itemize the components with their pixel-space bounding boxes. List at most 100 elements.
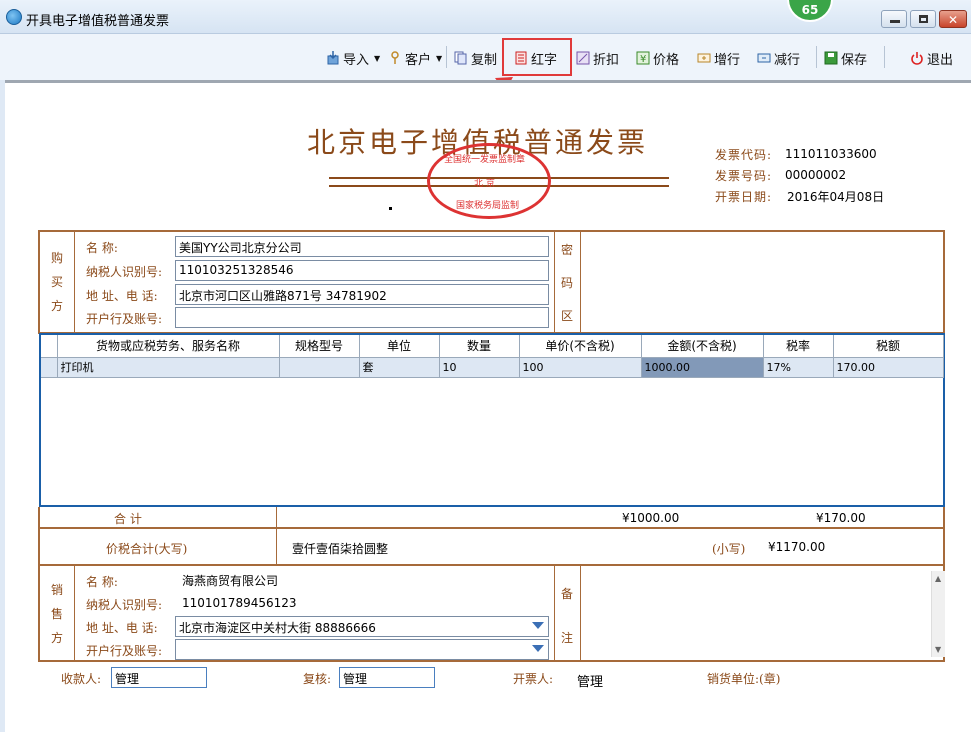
- buyer-bank-field[interactable]: [175, 307, 549, 328]
- item-amount-cell[interactable]: 1000.00: [641, 357, 764, 378]
- invoice-date: 2016年04月08日: [787, 190, 885, 204]
- toolbar-divider: [884, 46, 885, 68]
- grand-total-row: 价税合计(大写) 壹仟壹佰柒拾圆整 (小写) ¥1170.00: [38, 529, 945, 566]
- reviewer-label: 复核:: [303, 672, 332, 686]
- grid-header-cell[interactable]: 单位: [359, 335, 440, 358]
- divider: [74, 232, 75, 332]
- buyer-label-char: 方: [50, 299, 63, 313]
- payee-field[interactable]: 管理: [111, 667, 207, 688]
- save-label: 保存: [841, 52, 868, 68]
- item-spec-cell[interactable]: [279, 357, 360, 378]
- close-icon: ✕: [948, 13, 959, 27]
- divider: [74, 566, 75, 660]
- maximize-button[interactable]: [910, 10, 936, 28]
- grand-total-label: 价税合计(大写): [106, 542, 188, 556]
- invoice-number: 00000002: [785, 168, 847, 182]
- seller-section: 销 售 方 名 称: 海燕商贸有限公司 纳税人识别号: 110101789456…: [38, 564, 945, 662]
- copy-button[interactable]: 复制: [454, 48, 497, 68]
- copy-icon: [454, 51, 467, 65]
- divider: [554, 566, 555, 660]
- minimize-icon: [890, 20, 900, 23]
- small-total-label: (小写): [712, 542, 746, 556]
- customer-label: 客户: [405, 52, 432, 68]
- reviewer-field[interactable]: 管理: [339, 667, 435, 688]
- invoice-form: 北京电子增值税普通发票 全国统一发票监制章 北 京 国家税务局监制 发票代码: …: [5, 80, 971, 732]
- item-grid[interactable]: 货物或应税劳务、服务名称 规格型号 单位 数量 单价(不含税) 金额(不含税) …: [39, 333, 945, 507]
- remark-scrollbar[interactable]: ▲ ▼: [931, 571, 945, 657]
- invoice-date-label: 开票日期:: [715, 190, 773, 204]
- buyer-label-char: 买: [50, 275, 63, 289]
- seller-name: 海燕商贸有限公司: [182, 574, 279, 588]
- chevron-down-icon: [532, 645, 544, 652]
- buyer-section-label: 购 买 方: [50, 246, 64, 318]
- price-button[interactable]: ¥ 价格: [636, 48, 679, 68]
- seller-label-char: 售: [50, 607, 63, 621]
- seller-address-select[interactable]: 北京市海淀区中关村大街 88886666: [175, 616, 549, 637]
- discount-button[interactable]: 折扣: [576, 48, 619, 68]
- grid-header-cell[interactable]: 税率: [763, 335, 834, 358]
- app-icon: [6, 9, 22, 25]
- buyer-address-label: 地 址、电 话:: [86, 289, 158, 303]
- import-button[interactable]: 导入 ▼: [326, 48, 380, 68]
- add-row-button[interactable]: 增行: [697, 48, 740, 68]
- grid-header-cell[interactable]: 单价(不含税): [519, 335, 642, 358]
- cipher-label-char: 密: [560, 243, 573, 257]
- delete-row-button[interactable]: 减行: [757, 48, 800, 68]
- buyer-name-field[interactable]: 美国YY公司北京分公司: [175, 236, 549, 257]
- seller-taxid-label: 纳税人识别号:: [86, 598, 163, 612]
- add-row-icon: [697, 53, 711, 63]
- item-price-cell[interactable]: 100: [519, 357, 642, 378]
- seller-label-char: 方: [50, 631, 63, 645]
- svg-text:¥: ¥: [640, 54, 646, 65]
- exit-button[interactable]: 退出: [910, 48, 953, 68]
- seller-bank-select[interactable]: [175, 639, 549, 660]
- close-button[interactable]: ✕: [939, 10, 967, 28]
- minimize-button[interactable]: [881, 10, 907, 28]
- buyer-section: 购 买 方 名 称: 美国YY公司北京分公司 纳税人识别号: 110103251…: [38, 230, 945, 334]
- official-seal: 全国统一发票监制章 北 京 国家税务局监制: [427, 143, 551, 219]
- save-button[interactable]: 保存: [824, 48, 867, 68]
- table-row[interactable]: 打印机 套 10 100 1000.00 17% 170.00: [41, 357, 944, 378]
- buyer-taxid-label: 纳税人识别号:: [86, 265, 163, 279]
- grid-header-cell[interactable]: 金额(不含税): [641, 335, 764, 358]
- customer-button[interactable]: 客户 ▼: [388, 48, 442, 68]
- item-tax-cell[interactable]: 170.00: [833, 357, 944, 378]
- notification-badge[interactable]: 65: [787, 0, 833, 22]
- grid-header-cell[interactable]: 规格型号: [279, 335, 360, 358]
- scroll-up-icon[interactable]: ▲: [935, 574, 941, 583]
- chevron-down-icon: ▼: [374, 53, 381, 63]
- buyer-bank-label: 开户行及账号:: [86, 312, 163, 326]
- discount-label: 折扣: [593, 52, 620, 68]
- grid-header-cell[interactable]: 数量: [439, 335, 520, 358]
- invoice-number-label: 发票号码:: [715, 169, 773, 183]
- copy-label: 复制: [471, 52, 498, 68]
- buyer-address-field[interactable]: 北京市河口区山雅路871号 34781902: [175, 284, 549, 305]
- seller-label-char: 销: [50, 583, 63, 597]
- row-indicator[interactable]: [41, 357, 58, 378]
- cipher-label-char: 码: [560, 276, 573, 290]
- buyer-taxid-field[interactable]: 110103251328546: [175, 260, 549, 281]
- grid-header-cell[interactable]: 货物或应税劳务、服务名称: [57, 335, 280, 358]
- item-taxrate-cell[interactable]: 17%: [763, 357, 834, 378]
- window-title: 开具电子增值税普通发票: [26, 14, 170, 29]
- seller-address-value: 北京市海淀区中关村大街 88886666: [179, 621, 376, 635]
- add-row-label: 增行: [714, 52, 741, 68]
- delete-row-icon: [757, 53, 771, 63]
- chevron-down-icon: [532, 622, 544, 629]
- item-quantity-cell[interactable]: 10: [439, 357, 520, 378]
- item-name-cell[interactable]: 打印机: [57, 357, 280, 378]
- seller-name-label: 名 称:: [86, 575, 118, 589]
- cipher-area-label: 密 码 区: [560, 234, 574, 333]
- item-unit-cell[interactable]: 套: [359, 357, 440, 378]
- save-icon: [824, 51, 838, 65]
- payee-label: 收款人:: [61, 672, 102, 686]
- seal-top-text: 全国统一发票监制章: [444, 155, 526, 165]
- grid-header-cell[interactable]: 税额: [833, 335, 944, 358]
- title-bar: 开具电子增值税普通发票 65 ✕: [0, 0, 971, 34]
- seal-mid-text: 北 京: [474, 179, 495, 189]
- scroll-down-icon[interactable]: ▼: [935, 645, 941, 654]
- total-tax: ¥170.00: [816, 511, 866, 525]
- remark-label-char: 备: [560, 587, 573, 601]
- grid-header-row: 货物或应税劳务、服务名称 规格型号 单位 数量 单价(不含税) 金额(不含税) …: [41, 335, 944, 358]
- seller-taxid: 110101789456123: [182, 596, 297, 610]
